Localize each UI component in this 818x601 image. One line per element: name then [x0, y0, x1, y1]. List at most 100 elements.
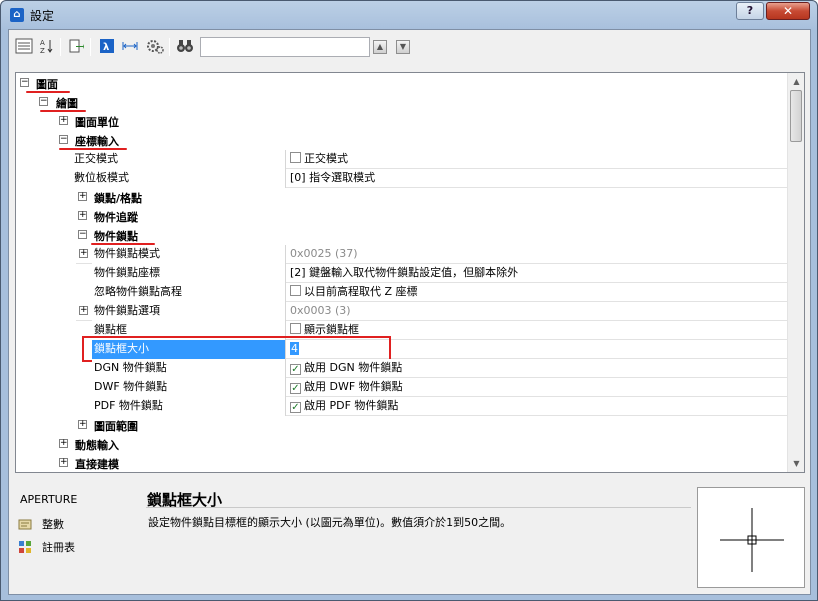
- checkbox-checked[interactable]: ✓: [290, 364, 301, 375]
- tree-node-dynamic-input[interactable]: + 動態輸入: [16, 435, 787, 454]
- prop-tablet-mode[interactable]: 數位板模式 [0] 指令選取模式: [72, 169, 787, 188]
- prop-osnap-elevation[interactable]: 忽略物件鎖點高程 以目前高程取代 Z 座標: [92, 283, 787, 302]
- divider: [146, 507, 691, 508]
- collapse-icon[interactable]: −: [20, 78, 29, 87]
- prop-ortho-mode[interactable]: 正交模式 正交模式: [72, 150, 787, 169]
- settings-window: ⌂ 設定 ? ✕ AZ λ ▲ ▼ − 圖面 − 繪圖 + 圖面單位 − 座標輸…: [0, 0, 818, 601]
- integer-link-label: 整數: [42, 518, 64, 531]
- checkbox-label: 啟用 PDF 物件鎖點: [304, 399, 399, 412]
- prop-name: 忽略物件鎖點高程: [92, 283, 286, 302]
- prop-name: DWF 物件鎖點: [92, 378, 286, 397]
- checkbox-label: 以目前高程取代 Z 座標: [304, 285, 418, 298]
- search-previous-button[interactable]: ▲: [373, 40, 387, 54]
- tree-node-label: 圖面範圍: [94, 420, 138, 433]
- checkbox[interactable]: [290, 285, 301, 296]
- settings-tree[interactable]: − 圖面 − 繪圖 + 圖面單位 − 座標輸入 正交模式 正交模式 數位板模式 …: [15, 72, 805, 473]
- svg-text:Z: Z: [40, 47, 45, 54]
- tree-node-label: 圖面: [36, 78, 58, 91]
- expand-icon[interactable]: +: [78, 211, 87, 220]
- prop-name: 數位板模式: [72, 169, 286, 188]
- tree-node-units[interactable]: + 圖面單位: [16, 112, 787, 131]
- prop-osnap-options[interactable]: + 物件鎖點選項 0x0003 (3): [76, 302, 787, 321]
- tree-node-object-tracking[interactable]: + 物件追蹤: [16, 207, 787, 226]
- registry-link[interactable]: 註冊表: [18, 539, 75, 555]
- prop-osnap-mode[interactable]: + 物件鎖點模式 0x0025 (37): [76, 245, 787, 264]
- title-bar[interactable]: ⌂ 設定 ? ✕: [1, 1, 817, 29]
- collapse-icon[interactable]: −: [39, 97, 48, 106]
- tree-node-direct-modeling[interactable]: + 直接建模: [16, 454, 787, 472]
- tree-node-coordinate-input[interactable]: − 座標輸入: [16, 131, 787, 150]
- tree-node-label: 座標輸入: [75, 135, 119, 148]
- settings-gear-icon[interactable]: [146, 37, 164, 55]
- toolbar-separator: [169, 38, 170, 56]
- checkbox-checked[interactable]: ✓: [290, 402, 301, 413]
- collapse-icon[interactable]: −: [59, 135, 68, 144]
- toolbar-separator: [60, 38, 61, 56]
- expand-icon[interactable]: +: [78, 192, 87, 201]
- help-button[interactable]: ?: [736, 2, 764, 20]
- svg-text:A: A: [40, 39, 45, 47]
- registry-icon: [18, 540, 32, 554]
- prop-name: 正交模式: [72, 150, 286, 169]
- expand-icon[interactable]: +: [79, 249, 88, 258]
- prop-value[interactable]: 正交模式: [286, 150, 348, 169]
- tree-node-limits[interactable]: + 圖面範圍: [16, 416, 787, 435]
- view-toggle-icon[interactable]: [15, 37, 33, 55]
- search-next-button[interactable]: ▼: [396, 40, 410, 54]
- checkbox[interactable]: [290, 323, 301, 334]
- description-text: 設定物件鎖點目標框的顯示大小 (以圖元為單位)。數值須介於1到50之間。: [148, 516, 512, 529]
- expand-icon[interactable]: +: [59, 458, 68, 467]
- expand-icon[interactable]: +: [59, 116, 68, 125]
- window-title: 設定: [30, 9, 55, 23]
- prop-pdf-snap[interactable]: PDF 物件鎖點 ✓ 啟用 PDF 物件鎖點: [92, 397, 787, 416]
- tree-node-label: 直接建模: [75, 458, 119, 471]
- integer-link[interactable]: 整數: [18, 516, 64, 532]
- checkbox-label: 啟用 DWF 物件鎖點: [304, 380, 403, 393]
- tree-node-label: 圖面單位: [75, 116, 119, 129]
- tree-node-drawing-root[interactable]: − 圖面: [16, 74, 787, 93]
- close-button[interactable]: ✕: [766, 2, 810, 20]
- checkbox-checked[interactable]: ✓: [290, 383, 301, 394]
- tree-node-label: 物件追蹤: [94, 211, 138, 224]
- prop-name: DGN 物件鎖點: [92, 359, 286, 378]
- toolbar: AZ λ ▲ ▼: [9, 30, 810, 64]
- registry-link-label: 註冊表: [42, 541, 75, 554]
- prop-name: 物件鎖點選項: [92, 302, 286, 321]
- tree-node-snap-grid[interactable]: + 鎖點/格點: [16, 188, 787, 207]
- dimension-icon[interactable]: [121, 37, 139, 55]
- drawing-icon[interactable]: λ: [98, 37, 116, 55]
- expand-icon[interactable]: +: [78, 420, 87, 429]
- collapse-icon[interactable]: −: [78, 230, 87, 239]
- prop-value[interactable]: 0x0025 (37): [286, 245, 358, 264]
- scroll-thumb[interactable]: [790, 90, 802, 142]
- checkbox-label: 正交模式: [304, 152, 348, 165]
- tree-node-drafting[interactable]: − 繪圖: [16, 93, 787, 112]
- binoculars-icon[interactable]: [176, 37, 194, 55]
- prop-dwf-snap[interactable]: DWF 物件鎖點 ✓ 啟用 DWF 物件鎖點: [92, 378, 787, 397]
- prop-value[interactable]: 0x0003 (3): [286, 302, 351, 321]
- aperture-preview: [697, 487, 805, 588]
- tree-node-label: 物件鎖點: [94, 230, 138, 243]
- scroll-down-icon[interactable]: ▼: [788, 455, 804, 472]
- checkbox-label: 啟用 DGN 物件鎖點: [304, 361, 403, 374]
- prop-value[interactable]: ✓ 啟用 DGN 物件鎖點: [286, 359, 402, 378]
- prop-value[interactable]: ✓ 啟用 DWF 物件鎖點: [286, 378, 403, 397]
- prop-value[interactable]: 以目前高程取代 Z 座標: [286, 283, 418, 302]
- prop-value[interactable]: [0] 指令選取模式: [286, 169, 375, 188]
- scroll-up-icon[interactable]: ▲: [788, 73, 804, 90]
- prop-name: PDF 物件鎖點: [92, 397, 286, 416]
- prop-dgn-snap[interactable]: DGN 物件鎖點 ✓ 啟用 DGN 物件鎖點: [92, 359, 787, 378]
- sort-az-icon[interactable]: AZ: [38, 37, 56, 55]
- prop-osnap-coords[interactable]: 物件鎖點座標 [2] 鍵盤輸入取代物件鎖點設定值，但腳本除外: [92, 264, 787, 283]
- search-input[interactable]: [200, 37, 370, 57]
- prop-value[interactable]: [2] 鍵盤輸入取代物件鎖點設定值，但腳本除外: [286, 264, 518, 283]
- prop-value[interactable]: ✓ 啟用 PDF 物件鎖點: [286, 397, 398, 416]
- expand-icon[interactable]: +: [79, 306, 88, 315]
- expand-icon[interactable]: +: [59, 439, 68, 448]
- vertical-scrollbar[interactable]: ▲ ▼: [787, 73, 804, 472]
- export-icon[interactable]: [67, 37, 85, 55]
- checkbox[interactable]: [290, 152, 301, 163]
- integer-icon: [18, 517, 32, 531]
- dialog-client: AZ λ ▲ ▼ − 圖面 − 繪圖 + 圖面單位 − 座標輸入 正交模式 正交…: [8, 29, 811, 595]
- tree-node-label: 鎖點/格點: [94, 192, 143, 205]
